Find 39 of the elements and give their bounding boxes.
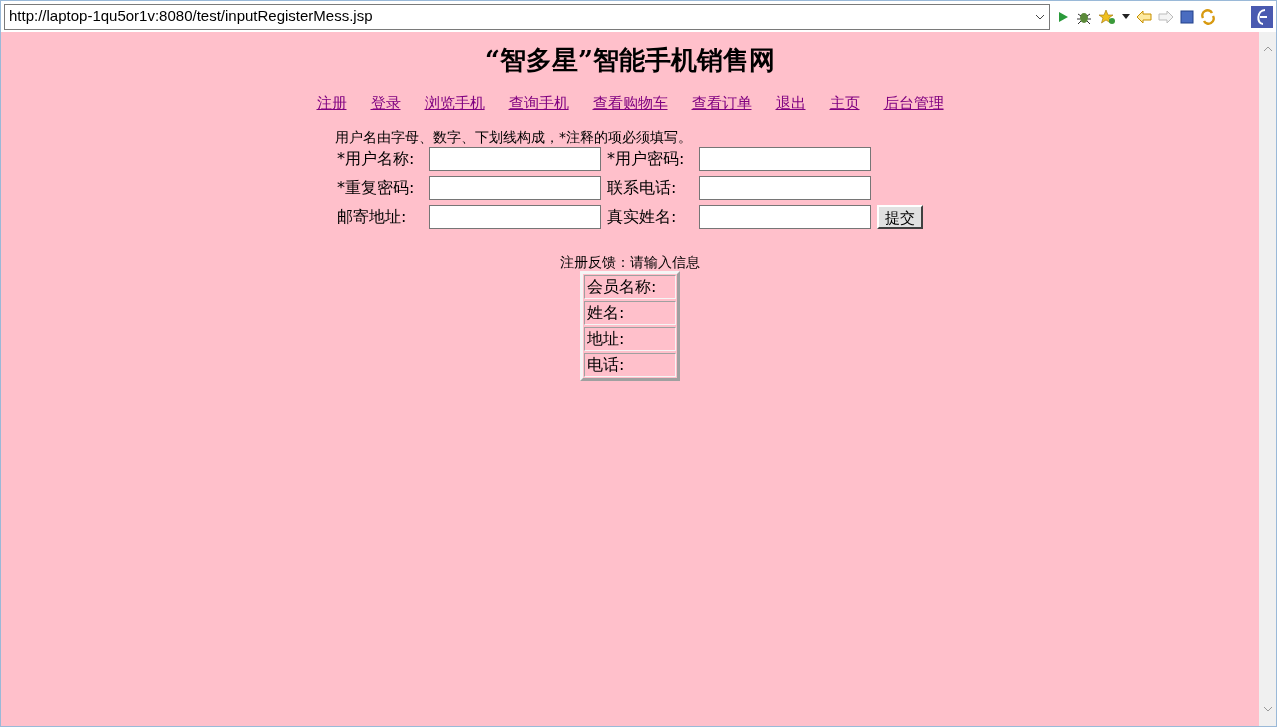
- nav-link[interactable]: 浏览手机: [424, 92, 485, 115]
- table-cell: 电话:: [584, 352, 676, 377]
- dropdown-caret-icon[interactable]: [1122, 14, 1130, 19]
- field-label: *用户密码:: [606, 147, 686, 170]
- nav-link[interactable]: 退出: [775, 92, 806, 115]
- star-icon[interactable]: [1098, 8, 1116, 25]
- field-label: *用户名称:: [336, 147, 416, 170]
- nav-link[interactable]: 后台管理: [883, 92, 944, 115]
- table-cell: 地址:: [584, 326, 676, 351]
- app-logo-icon: [1251, 5, 1273, 28]
- submit-button[interactable]: 提交: [877, 204, 923, 229]
- nav-link[interactable]: 主页: [829, 92, 860, 115]
- input-field[interactable]: [699, 146, 871, 171]
- nav-link[interactable]: 注册: [316, 92, 347, 115]
- hint-text: 用户名由字母、数字、下划线构成，*注释的项必须填写。: [335, 127, 693, 147]
- nav-link[interactable]: 查看购物车: [592, 92, 668, 115]
- input-field[interactable]: [699, 175, 871, 200]
- back-arrow-icon[interactable]: [1136, 9, 1152, 24]
- input-field[interactable]: [429, 175, 601, 200]
- feedback-text: 注册反馈：请输入信息: [560, 252, 700, 271]
- table-cell: 会员名称:: [584, 274, 676, 299]
- field-label: 真实姓名:: [606, 205, 678, 228]
- field-label: *重复密码:: [336, 176, 416, 199]
- input-field[interactable]: [429, 204, 601, 229]
- dropdown-caret-icon[interactable]: [1035, 13, 1045, 20]
- input-field[interactable]: [429, 146, 601, 171]
- stop-icon[interactable]: [1180, 9, 1194, 24]
- input-field[interactable]: [699, 204, 871, 229]
- field-label: 邮寄地址:: [336, 205, 408, 228]
- nav-link[interactable]: 查看订单: [691, 92, 752, 115]
- nav-link[interactable]: 登录: [370, 92, 401, 115]
- table-cell: 姓名:: [584, 300, 676, 325]
- refresh-icon[interactable]: [1200, 8, 1216, 25]
- field-label: 联系电话:: [606, 176, 678, 199]
- play-icon[interactable]: [1056, 9, 1070, 24]
- nav-link[interactable]: 查询手机: [508, 92, 569, 115]
- url-text: http://laptop-1qu5or1v:8080/test/inputRegisterMess.jsp: [9, 6, 374, 27]
- page-title: “智多星”智能手机销售网: [485, 44, 775, 77]
- url-field[interactable]: http://laptop-1qu5or1v:8080/test/inputRegisterMess.jsp: [4, 3, 1050, 30]
